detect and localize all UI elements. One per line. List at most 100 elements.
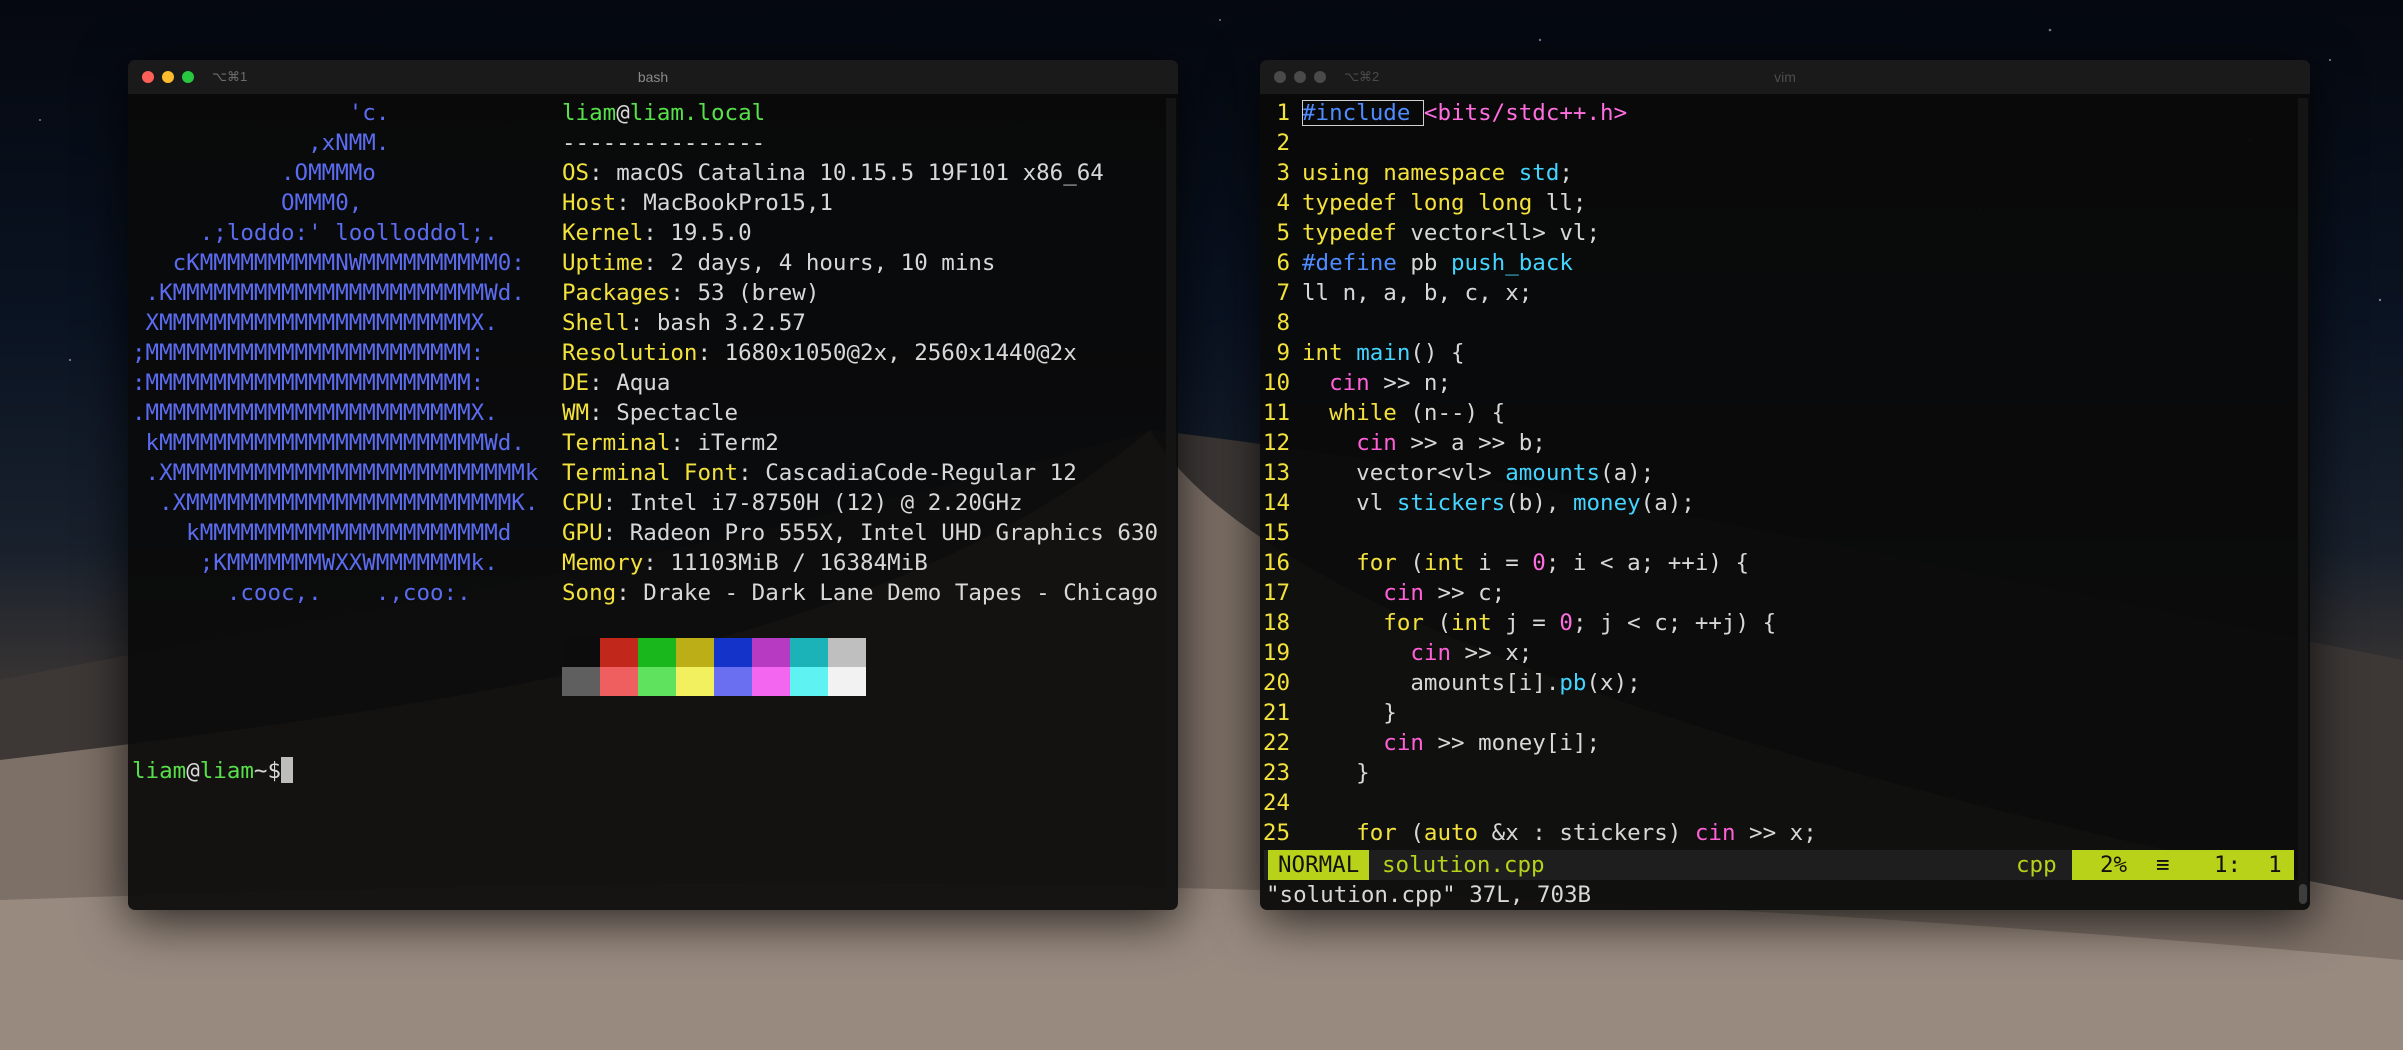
info-value: macOS Catalina 10.15.5 19F101 x86_64 bbox=[616, 160, 1104, 186]
ascii-art-line: OMMM0, bbox=[132, 190, 363, 216]
vim-command-line[interactable]: "solution.cpp" 37L, 703B bbox=[1266, 880, 1591, 910]
line-number: 9 bbox=[1276, 340, 1290, 366]
code-line: 24 bbox=[1260, 788, 1302, 818]
line-number: 25 bbox=[1262, 820, 1290, 846]
line-number: 1 bbox=[1276, 100, 1290, 126]
scrollbar-thumb[interactable] bbox=[2299, 884, 2307, 904]
code-token: ( bbox=[1396, 820, 1424, 846]
color-swatch bbox=[790, 638, 828, 667]
code-token: &x : stickers) bbox=[1478, 820, 1695, 846]
code-token: cin bbox=[1694, 820, 1736, 846]
line-number: 12 bbox=[1262, 430, 1290, 456]
code-token: for bbox=[1356, 820, 1397, 846]
code-token: amounts[i]. bbox=[1302, 670, 1560, 696]
info-value: 53 (brew) bbox=[697, 280, 820, 306]
shell-prompt[interactable]: liam@liam~$ bbox=[132, 756, 294, 786]
code-token: 0 bbox=[1559, 610, 1573, 636]
line-number: 17 bbox=[1262, 580, 1290, 606]
code-line: 13 vector<vl> amounts(a); bbox=[1260, 458, 1654, 488]
code-line: 8 bbox=[1260, 308, 1302, 338]
code-line: 1 #include <bits/stdc++.h> bbox=[1260, 98, 1627, 128]
code-line: 22 cin >> money[i]; bbox=[1260, 728, 1600, 758]
ascii-art-line: :MMMMMMMMMMMMMMMMMMMMMMMM: bbox=[132, 370, 485, 396]
code-line: 2 bbox=[1260, 128, 1302, 158]
color-swatch bbox=[600, 638, 638, 667]
info-row: Terminal: iTerm2 bbox=[562, 430, 779, 456]
code-token: ll; bbox=[1545, 190, 1587, 216]
code-token: using namespace bbox=[1302, 160, 1519, 186]
code-token: >> x; bbox=[1735, 820, 1817, 846]
code-line: 9 int main() { bbox=[1260, 338, 1465, 368]
cursor-position: 1: 1 bbox=[2214, 852, 2282, 878]
code-token: ; i < a; ++i) { bbox=[1545, 550, 1750, 576]
code-token: push_back bbox=[1451, 250, 1573, 276]
info-row: Host: MacBookPro15,1 bbox=[562, 190, 833, 216]
code-token: cin bbox=[1356, 430, 1397, 456]
code-token: main bbox=[1356, 340, 1411, 366]
scrollbar[interactable] bbox=[2298, 98, 2308, 902]
line-number: 5 bbox=[1276, 220, 1290, 246]
color-swatch bbox=[828, 638, 866, 667]
info-row: Kernel: 19.5.0 bbox=[562, 220, 752, 246]
code-token: #define bbox=[1302, 250, 1411, 276]
color-swatch bbox=[714, 667, 752, 696]
code-token: >> money[i]; bbox=[1423, 730, 1601, 756]
line-number: 18 bbox=[1262, 610, 1290, 636]
color-swatch bbox=[600, 667, 638, 696]
color-swatch bbox=[790, 667, 828, 696]
color-swatch bbox=[638, 638, 676, 667]
code-line: 16 for (int i = 0; i < a; ++i) { bbox=[1260, 548, 1749, 578]
line-number: 6 bbox=[1276, 250, 1290, 276]
vim-titlebar[interactable]: ⌥⌘2 vim bbox=[1260, 60, 2310, 95]
terminal-cursor bbox=[281, 757, 294, 783]
code-token: <bits/stdc++.h> bbox=[1423, 100, 1628, 126]
code-token: auto bbox=[1423, 820, 1479, 846]
info-key: Resolution bbox=[562, 340, 698, 366]
code-token: pb bbox=[1559, 670, 1587, 696]
color-swatch bbox=[638, 667, 676, 696]
color-swatch bbox=[752, 667, 790, 696]
scrollbar[interactable] bbox=[1166, 98, 1176, 902]
info-value: Radeon Pro 555X, Intel UHD Graphics 630 bbox=[629, 520, 1159, 546]
code-token: vector<vl> bbox=[1302, 460, 1506, 486]
code-line: 19 cin >> x; bbox=[1260, 638, 1532, 668]
ascii-art-line: .MMMMMMMMMMMMMMMMMMMMMMMMX. bbox=[132, 400, 498, 426]
ascii-art-line: ;KMMMMMMMWXXWMMMMMMMk. bbox=[132, 550, 498, 576]
bash-titlebar[interactable]: ⌥⌘1 bash bbox=[128, 60, 1178, 95]
window-title: vim bbox=[1774, 69, 1796, 85]
code-token: #include bbox=[1302, 100, 1424, 126]
line-number: 22 bbox=[1262, 730, 1290, 756]
line-number: 2 bbox=[1276, 130, 1290, 156]
code-token: while bbox=[1329, 400, 1397, 426]
info-key: Uptime bbox=[562, 250, 644, 276]
info-row: DE: Aqua bbox=[562, 370, 671, 396]
line-number: 20 bbox=[1262, 670, 1290, 696]
info-row: Terminal Font: CascadiaCode-Regular 12 bbox=[562, 460, 1077, 486]
host-name: liam.local bbox=[629, 100, 766, 126]
color-swatch bbox=[562, 638, 600, 667]
code-token: () { bbox=[1410, 340, 1465, 366]
line-number: 10 bbox=[1262, 370, 1290, 396]
info-key: DE bbox=[562, 370, 590, 396]
code-line: 5 typedef vector<ll> vl; bbox=[1260, 218, 1600, 248]
mode-indicator: NORMAL bbox=[1268, 850, 1370, 880]
bash-terminal-window[interactable]: ⌥⌘1 bash 'c. ,xNMM. .OMMMMo OMMM0, .;lod… bbox=[128, 60, 1178, 910]
code-token: i = bbox=[1464, 550, 1533, 576]
code-token: money bbox=[1572, 490, 1641, 516]
file-type: cpp bbox=[2016, 852, 2057, 878]
code-token: cin bbox=[1383, 580, 1424, 606]
code-token: (a); bbox=[1640, 490, 1695, 516]
code-line: 15 bbox=[1260, 518, 1302, 548]
code-line: 12 cin >> a >> b; bbox=[1260, 428, 1546, 458]
color-swatch bbox=[562, 667, 600, 696]
ascii-art-line: ;MMMMMMMMMMMMMMMMMMMMMMMM: bbox=[132, 340, 485, 366]
line-number: 7 bbox=[1276, 280, 1290, 306]
code-line: 3 using namespace std; bbox=[1260, 158, 1572, 188]
code-line: 23 } bbox=[1260, 758, 1370, 788]
info-key: GPU bbox=[562, 520, 603, 546]
vim-terminal-window[interactable]: ⌥⌘2 vim 1 #include <bits/stdc++.h> 2 3 using… bbox=[1260, 60, 2310, 910]
code-token: (n--) { bbox=[1396, 400, 1506, 426]
